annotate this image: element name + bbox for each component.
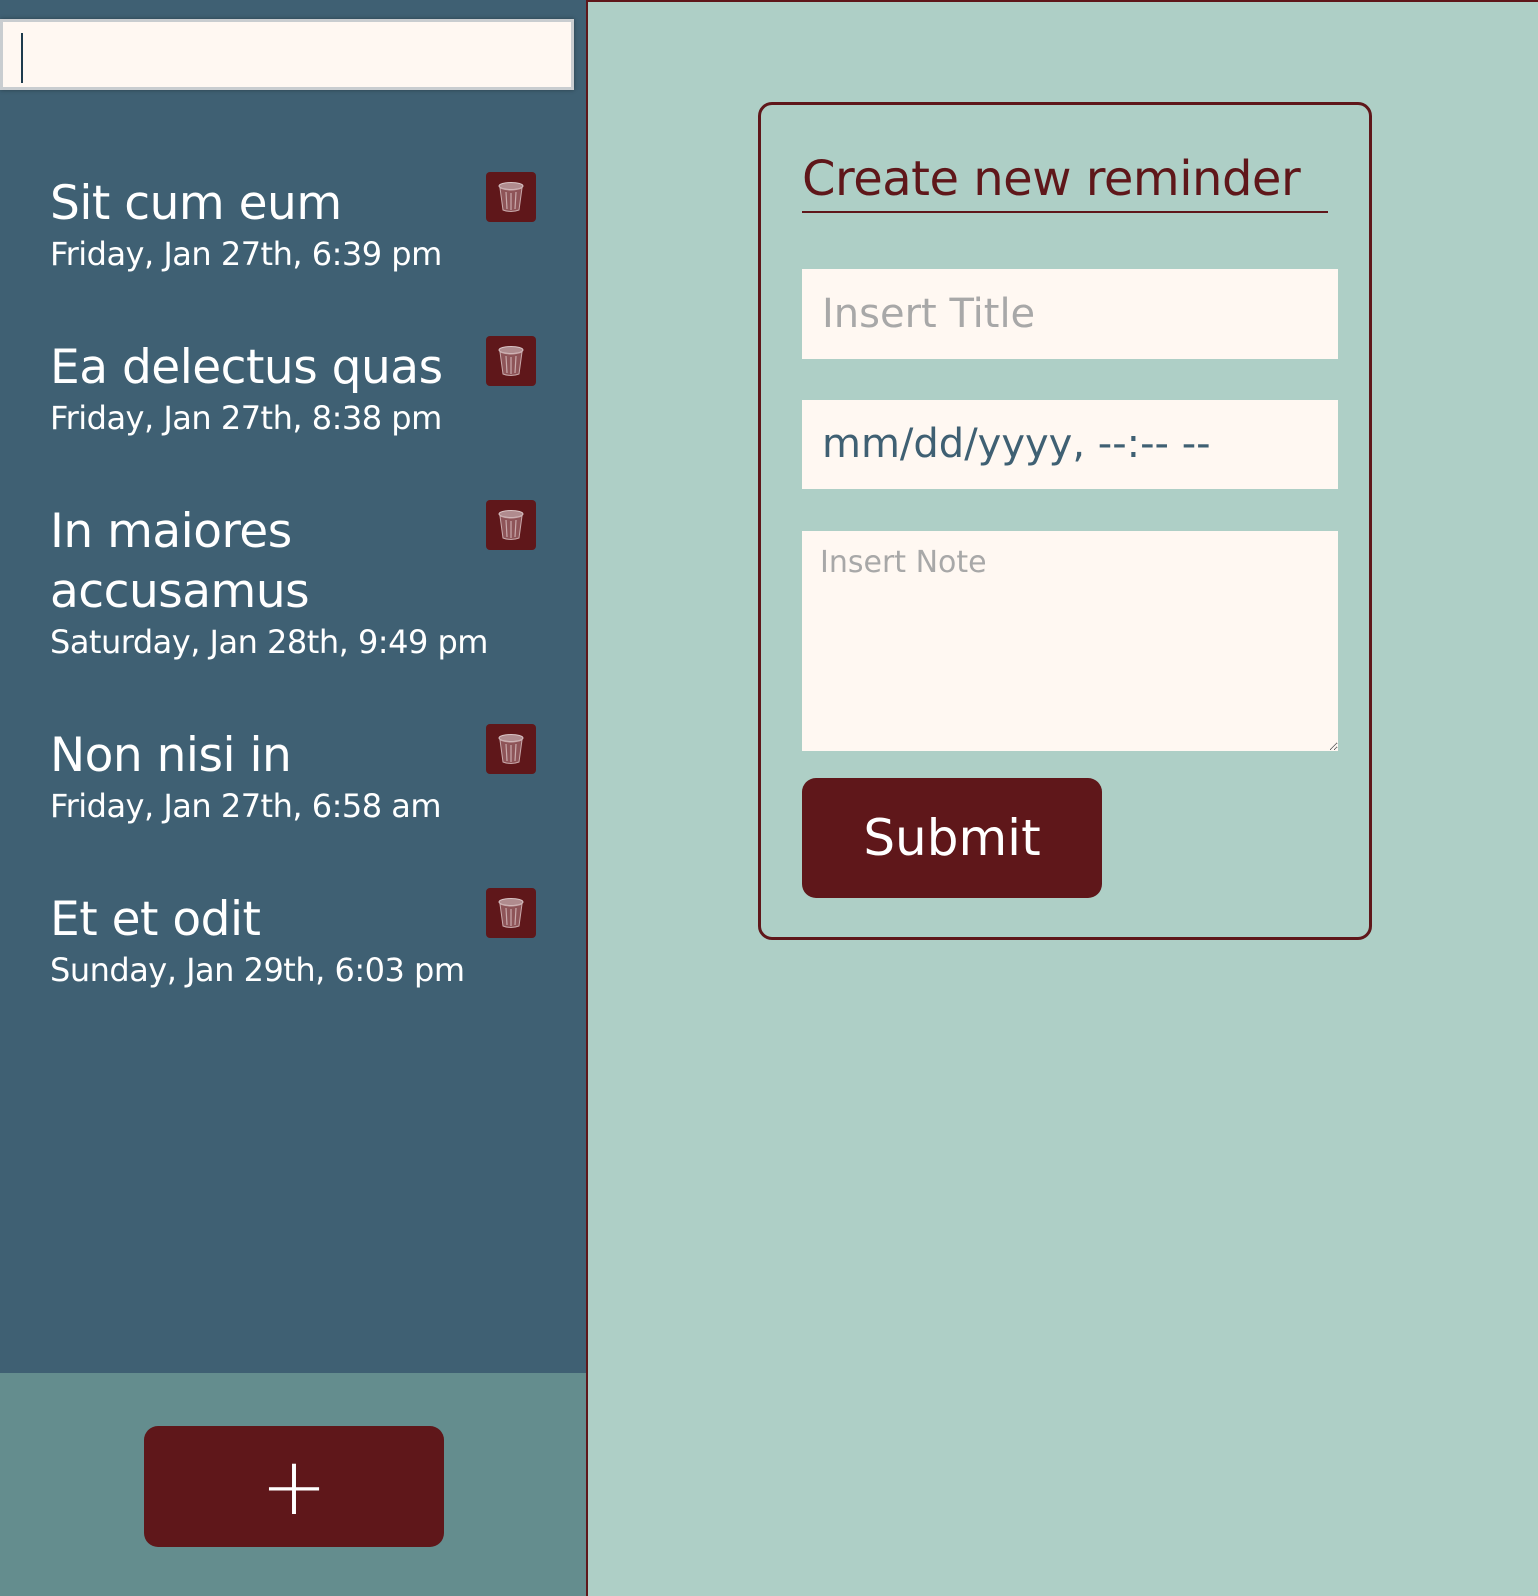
reminder-date: Friday, Jan 27th, 6:58 am <box>50 787 442 825</box>
delete-reminder-button[interactable] <box>486 724 536 774</box>
text-caret <box>21 33 23 83</box>
reminder-item[interactable]: Ea delectus quas Friday, Jan 27th, 8:38 … <box>50 338 540 438</box>
trash-icon <box>498 346 524 376</box>
reminder-date: Friday, Jan 27th, 8:38 pm <box>50 399 442 437</box>
reminder-item[interactable]: In maiores accusamus Saturday, Jan 28th,… <box>50 502 540 662</box>
sidebar-footer: + <box>0 1373 586 1596</box>
main-top-border <box>588 0 1538 2</box>
note-textarea[interactable] <box>802 531 1338 751</box>
reminder-item[interactable]: Non nisi in Friday, Jan 27th, 6:58 am <box>50 726 540 826</box>
title-input[interactable] <box>802 269 1338 359</box>
reminder-title: Non nisi in <box>50 728 292 783</box>
reminder-title: In maiores accusamus <box>50 504 310 619</box>
new-reminder-form: Create new reminder mm/dd/yyyy, --:-- --… <box>758 102 1372 940</box>
delete-reminder-button[interactable] <box>486 500 536 550</box>
reminder-title: Sit cum eum <box>50 176 342 231</box>
form-heading: Create new reminder <box>802 149 1328 213</box>
delete-reminder-button[interactable] <box>486 172 536 222</box>
reminder-title: Et et odit <box>50 892 261 947</box>
trash-icon <box>498 510 524 540</box>
reminder-date: Friday, Jan 27th, 6:39 pm <box>50 235 442 273</box>
trash-icon <box>498 898 524 928</box>
reminder-title: Ea delectus quas <box>50 340 443 395</box>
delete-reminder-button[interactable] <box>486 336 536 386</box>
search-box[interactable] <box>0 19 574 90</box>
sidebar: Sit cum eum Friday, Jan 27th, 6:39 pm Ea… <box>0 0 586 1596</box>
search-input[interactable] <box>3 22 571 87</box>
trash-icon <box>498 734 524 764</box>
add-reminder-button[interactable]: + <box>144 1426 444 1547</box>
panel-divider <box>586 0 588 1596</box>
reminder-date: Sunday, Jan 29th, 6:03 pm <box>50 951 465 989</box>
submit-button[interactable]: Submit <box>802 778 1102 898</box>
reminder-item[interactable]: Sit cum eum Friday, Jan 27th, 6:39 pm <box>50 174 540 274</box>
datetime-input[interactable]: mm/dd/yyyy, --:-- -- <box>802 400 1338 489</box>
reminder-date: Saturday, Jan 28th, 9:49 pm <box>50 623 488 661</box>
trash-icon <box>498 182 524 212</box>
reminder-item[interactable]: Et et odit Sunday, Jan 29th, 6:03 pm <box>50 890 540 990</box>
delete-reminder-button[interactable] <box>486 888 536 938</box>
